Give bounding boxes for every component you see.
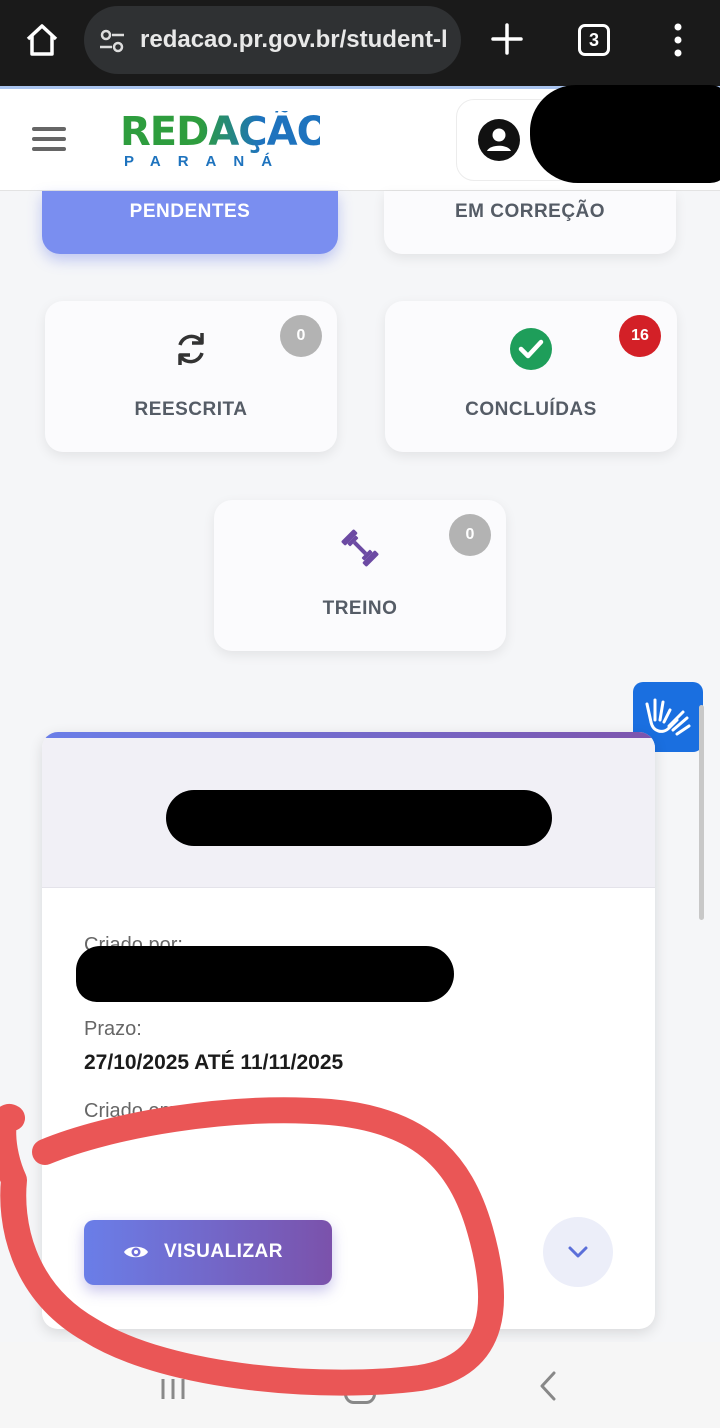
tab-treino[interactable]: TREINO 0	[214, 500, 506, 651]
refresh-icon	[178, 333, 204, 365]
view-button-label: VISUALIZAR	[164, 1241, 283, 1262]
chevron-down-icon	[568, 1246, 588, 1258]
system-nav-bar	[0, 1342, 720, 1428]
hamburger-icon[interactable]	[32, 127, 66, 153]
tab-treino-label: TREINO	[322, 598, 398, 619]
logo-sub-text: PARANÁ	[124, 153, 290, 170]
logo-main-text: REDAÇÃO	[120, 109, 331, 155]
account-circle-icon	[478, 119, 520, 161]
dumbbell-icon	[341, 529, 379, 567]
plus-icon[interactable]	[490, 22, 524, 56]
address-bar[interactable]: redacao.pr.gov.br/student-l	[84, 6, 461, 74]
tab-reescrita[interactable]: REESCRITA 0	[45, 301, 337, 452]
essay-card-header	[42, 738, 655, 888]
browser-toolbar: redacao.pr.gov.br/student-l 3	[0, 0, 720, 89]
tab-pendentes-label: PENDENTES	[129, 201, 251, 222]
redacted-creator-name	[76, 946, 454, 1002]
treino-count-badge: 0	[449, 514, 491, 556]
redacted-essay-title	[166, 790, 552, 846]
created-on-label: Criado em:	[84, 1100, 182, 1122]
tab-concluidas-label: CONCLUÍDAS	[465, 399, 597, 420]
tab-concluidas[interactable]: CONCLUÍDAS 16	[385, 301, 677, 452]
url-text: redacao.pr.gov.br/student-l	[140, 26, 448, 53]
tab-reescrita-label: REESCRITA	[134, 399, 248, 420]
view-button[interactable]: VISUALIZAR	[84, 1220, 332, 1285]
home-icon[interactable]	[22, 20, 62, 60]
more-vert-icon[interactable]	[668, 22, 688, 58]
check-circle-icon	[510, 328, 552, 370]
tab-pendentes[interactable]: PENDENTES	[42, 191, 338, 254]
deadline-value: 27/10/2025 ATÉ 11/11/2025	[84, 1051, 344, 1074]
essay-card: Criado por: Prazo: 27/10/2025 ATÉ 11/11/…	[42, 732, 655, 1329]
recents-icon[interactable]	[158, 1376, 188, 1402]
tab-switcher-icon[interactable]: 3	[578, 24, 610, 56]
eye-icon	[124, 1246, 148, 1258]
tune-icon[interactable]	[98, 28, 126, 54]
expand-button[interactable]	[543, 1217, 613, 1287]
home-button-icon[interactable]	[344, 1372, 376, 1404]
reescrita-count-badge: 0	[280, 315, 322, 357]
tab-em-correcao-label: EM CORREÇÃO	[454, 201, 606, 222]
concluidas-count-badge: 16	[619, 315, 661, 357]
deadline-label: Prazo:	[84, 1018, 142, 1040]
back-icon[interactable]	[536, 1370, 560, 1402]
page-scrollbar[interactable]	[699, 705, 704, 920]
site-logo[interactable]: REDAÇÃO PARANÁ	[120, 109, 331, 171]
tab-em-correcao[interactable]: EM CORREÇÃO	[384, 191, 676, 254]
redacted-user-name	[530, 85, 720, 183]
